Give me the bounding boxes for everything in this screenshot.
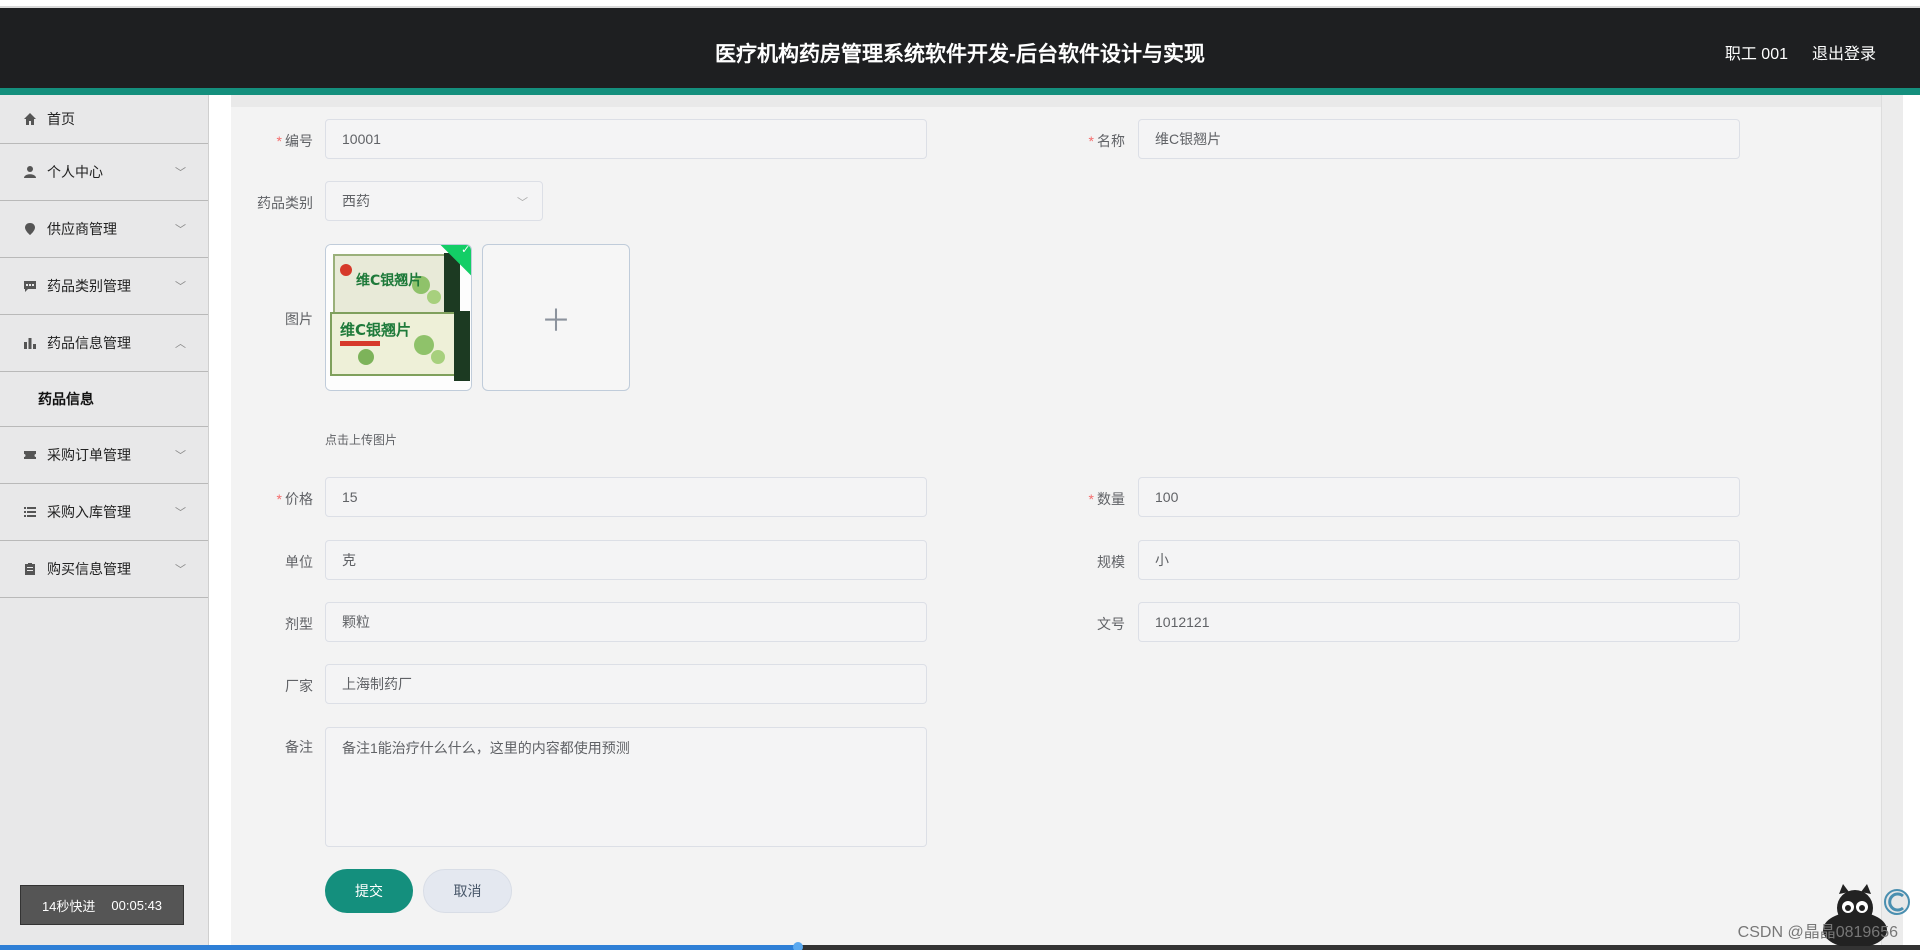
sidebar-item-drug-info[interactable]: 药品信息管理 ︿ — [0, 315, 208, 372]
user-icon — [22, 164, 38, 180]
location-icon — [22, 221, 38, 237]
name-input[interactable]: 维C银翘片 — [1138, 119, 1740, 159]
chevron-down-icon: ﹀ — [175, 564, 186, 576]
sidebar-item-label: 供应商管理 — [47, 221, 117, 237]
sidebar-item-label: 个人中心 — [47, 164, 103, 180]
video-progress-fill — [0, 945, 797, 950]
current-user: 职工 001 — [1724, 46, 1788, 63]
chevron-down-icon: ﹀ — [175, 281, 186, 293]
upload-tip: 点击上传图片 — [325, 433, 398, 447]
price-label: * 价格 — [276, 491, 313, 507]
spec-label: 规模 — [1097, 554, 1125, 570]
page-title: 医疗机构药房管理系统软件开发-后台软件设计与实现 — [715, 43, 1205, 66]
chevron-up-icon: ︿ — [175, 338, 186, 350]
sidebar-item-label: 药品类别管理 — [47, 278, 131, 294]
manufacturer-label: 厂家 — [285, 678, 313, 694]
dosage-form-input[interactable]: 颗粒 — [325, 602, 927, 642]
submit-button[interactable]: 提交 — [325, 869, 413, 913]
chevron-down-icon: ﹀ — [175, 507, 186, 519]
logout-link[interactable]: 退出登录 — [1812, 40, 1876, 64]
list-icon — [22, 504, 38, 520]
cancel-button[interactable]: 取消 — [423, 869, 512, 913]
bar-chart-icon — [22, 335, 38, 351]
manufacturer-input[interactable]: 上海制药厂 — [325, 664, 927, 704]
vertical-scrollbar[interactable] — [1881, 95, 1903, 945]
category-label: 药品类别 — [257, 195, 313, 211]
remark-label: 备注 — [285, 739, 313, 755]
sidebar-item-label: 首页 — [47, 111, 75, 127]
clipboard-icon — [22, 561, 38, 577]
image-label: 图片 — [285, 311, 313, 327]
video-progress-knob[interactable] — [793, 942, 803, 950]
plus-icon: ＋ — [541, 304, 571, 338]
image-upload-button[interactable]: ＋ — [482, 244, 630, 391]
main-top-strip — [231, 95, 1881, 107]
code-label: * 编号 — [276, 133, 313, 149]
dosage-form-label: 剂型 — [285, 616, 313, 632]
sidebar-item-home[interactable]: 首页 — [0, 95, 208, 144]
spec-input[interactable]: 小 — [1138, 540, 1740, 580]
fast-forward-label: 14秒快进 — [41, 898, 96, 914]
approval-number-label: 文号 — [1097, 616, 1125, 632]
header-accent-line — [0, 88, 1920, 95]
unit-input[interactable]: 克 — [325, 540, 927, 580]
name-label: * 名称 — [1088, 133, 1125, 149]
unit-label: 单位 — [285, 554, 313, 570]
approval-number-input[interactable]: 1012121 — [1138, 602, 1740, 642]
sidebar-item-purchase-stock-in[interactable]: 采购入库管理 ﹀ — [0, 484, 208, 541]
video-fast-forward-badge: 14秒快进 00:05:43 — [20, 885, 184, 925]
sidebar: 首页 个人中心 ﹀ 供应商管理 ﹀ 药品类别管理 ﹀ 药品信息管理 ︿ 药品信息… — [0, 95, 209, 945]
price-input[interactable]: 15 — [325, 477, 927, 517]
quantity-label: * 数量 — [1088, 491, 1125, 507]
chevron-down-icon: ﹀ — [517, 197, 528, 209]
chat-icon — [22, 278, 38, 294]
uploaded-drug-image[interactable]: 维C银翘片 维C银翘片 ✓ — [325, 244, 472, 391]
package-brand-text-top: 维C银翘片 — [356, 272, 422, 289]
top-header: 医疗机构药房管理系统软件开发-后台软件设计与实现 职工 001 退出登录 — [0, 6, 1920, 88]
quantity-input[interactable]: 100 — [1138, 477, 1740, 517]
sidebar-item-supplier[interactable]: 供应商管理 ﹀ — [0, 201, 208, 258]
category-select-value: 西药 — [342, 193, 370, 209]
sidebar-subitem-drug-info[interactable]: 药品信息 — [0, 372, 208, 427]
home-icon — [22, 111, 38, 127]
package-brand-text-bottom: 维C银翘片 — [340, 321, 411, 339]
sidebar-item-label: 购买信息管理 — [47, 561, 131, 577]
window-right-edge — [1903, 95, 1920, 945]
csdn-watermark: CSDN @晶晶0819656 — [1737, 924, 1898, 941]
check-icon: ✓ — [461, 244, 471, 257]
sidebar-item-label: 采购订单管理 — [47, 447, 131, 463]
sidebar-item-drug-category[interactable]: 药品类别管理 ﹀ — [0, 258, 208, 315]
sidebar-item-label: 药品信息管理 — [47, 335, 131, 351]
category-select[interactable]: 西药 ﹀ — [325, 181, 543, 221]
sidebar-item-label: 采购入库管理 — [47, 504, 131, 520]
drug-package-image: 维C银翘片 维C银翘片 — [326, 245, 471, 390]
sidebar-item-purchase-info[interactable]: 购买信息管理 ﹀ — [0, 541, 208, 598]
sidebar-item-purchase-order[interactable]: 采购订单管理 ﹀ — [0, 427, 208, 484]
chevron-down-icon: ﹀ — [175, 167, 186, 179]
sidebar-item-personal-center[interactable]: 个人中心 ﹀ — [0, 144, 208, 201]
ticket-icon — [22, 447, 38, 463]
code-input[interactable]: 10001 — [325, 119, 927, 159]
video-timestamp: 00:05:43 — [111, 897, 163, 913]
chevron-down-icon: ﹀ — [175, 450, 186, 462]
remark-textarea[interactable]: 备注1能治疗什么什么，这里的内容都使用预测 — [325, 727, 927, 847]
chevron-down-icon: ﹀ — [175, 224, 186, 236]
